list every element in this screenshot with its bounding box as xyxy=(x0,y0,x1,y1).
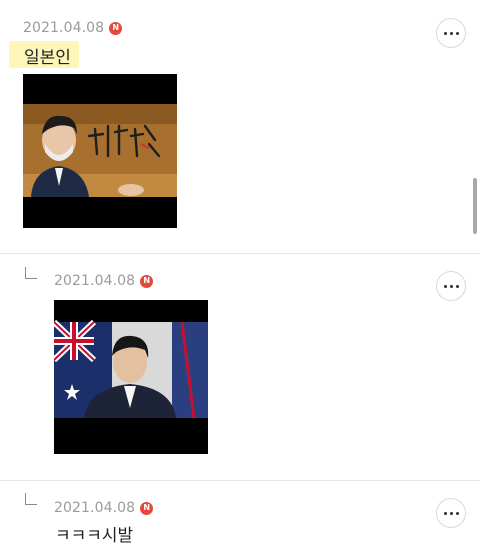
comment-meta: 2021.04.08 N xyxy=(54,498,154,518)
more-dot xyxy=(449,284,453,288)
comment-image[interactable] xyxy=(23,74,177,228)
more-options-button[interactable] xyxy=(436,271,466,301)
more-dot xyxy=(455,511,459,515)
reply-comment-item: 2021.04.08 N ㅋㅋㅋ시발 xyxy=(0,481,480,558)
more-dot xyxy=(443,284,447,288)
reply-arrow-icon xyxy=(25,493,37,505)
comment-item: 2021.04.08 N 일본인 xyxy=(0,0,480,253)
comment-date: 2021.04.08 xyxy=(54,500,136,516)
new-badge-icon: N xyxy=(140,501,154,515)
comment-text: 일본인 xyxy=(24,48,71,68)
comment-date: 2021.04.08 xyxy=(54,273,136,289)
more-dot xyxy=(443,31,447,35)
image-content xyxy=(23,74,177,228)
image-content xyxy=(54,300,208,454)
more-dot xyxy=(449,511,453,515)
more-dot xyxy=(455,284,459,288)
comment-date: 2021.04.08 xyxy=(23,20,105,36)
new-badge-icon: N xyxy=(109,21,123,35)
reply-comment-item: 2021.04.08 N xyxy=(0,254,480,480)
comment-meta: 2021.04.08 N xyxy=(54,271,154,291)
scrollbar[interactable] xyxy=(473,178,477,234)
more-options-button[interactable] xyxy=(436,18,466,48)
comment-meta: 2021.04.08 N xyxy=(23,18,123,38)
more-dot xyxy=(443,511,447,515)
comment-image[interactable] xyxy=(54,300,208,454)
reply-arrow-icon xyxy=(25,267,37,279)
comment-text: ㅋㅋㅋ시발 xyxy=(55,526,134,546)
more-options-button[interactable] xyxy=(436,498,466,528)
more-dot xyxy=(449,31,453,35)
more-dot xyxy=(455,31,459,35)
new-badge-icon: N xyxy=(140,274,154,288)
